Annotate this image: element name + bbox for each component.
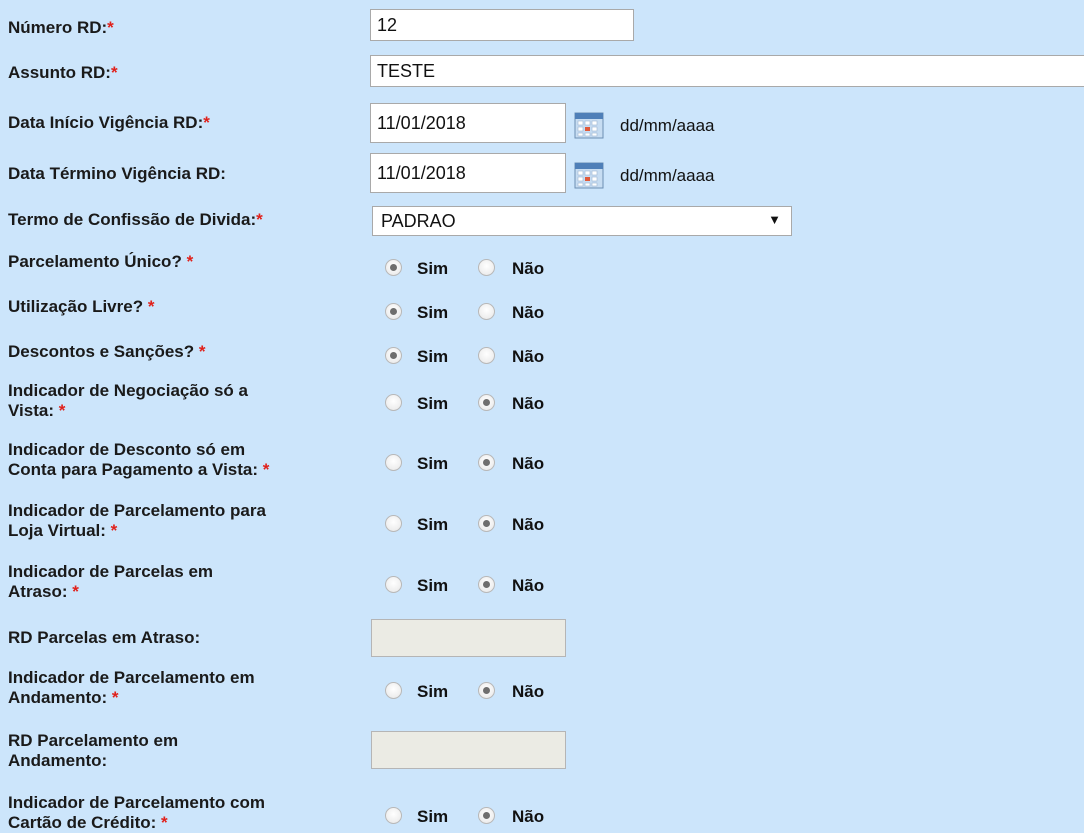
radio-nao-label[interactable]: Não: [512, 682, 544, 702]
radio-sim-label[interactable]: Sim: [417, 576, 448, 596]
required-mark: *: [107, 18, 114, 37]
radio-group-label: Indicador de Negociação só a Vista: *: [8, 381, 248, 420]
termo-selected-value: PADRAO: [381, 211, 456, 231]
radio-nao-label[interactable]: Não: [512, 576, 544, 596]
radio-nao[interactable]: [478, 454, 495, 471]
radio-group-label: Utilização Livre? *: [8, 297, 155, 316]
radio-nao[interactable]: [478, 259, 495, 276]
rd-parcelamento-andamento-input: [371, 731, 566, 769]
radio-nao[interactable]: [478, 807, 495, 824]
radio-group-label: Indicador de Parcelamento para Loja Virtu…: [8, 501, 266, 540]
required-mark: *: [198, 342, 206, 361]
radio-group-label: Indicador de Parcelamento em Andamento: *: [8, 668, 255, 707]
radio-sim-label[interactable]: Sim: [417, 807, 448, 827]
assunto-label: Assunto RD:*: [8, 63, 118, 82]
radio-group-label: Indicador de Parcelamento com Cartão de C…: [8, 793, 265, 832]
radio-sim[interactable]: [385, 303, 402, 320]
required-mark: *: [203, 113, 210, 132]
numero-label: Número RD:*: [8, 18, 114, 37]
required-mark: *: [262, 460, 270, 479]
radio-sim[interactable]: [385, 454, 402, 471]
radio-nao[interactable]: [478, 303, 495, 320]
radio-nao[interactable]: [478, 576, 495, 593]
required-mark: *: [111, 688, 119, 707]
radio-nao[interactable]: [478, 515, 495, 532]
radio-nao-label[interactable]: Não: [512, 394, 544, 414]
required-mark: *: [147, 297, 155, 316]
radio-sim-label[interactable]: Sim: [417, 259, 448, 279]
radio-nao-label[interactable]: Não: [512, 807, 544, 827]
data-termino-input[interactable]: [370, 153, 566, 193]
radio-nao-label[interactable]: Não: [512, 303, 544, 323]
radio-nao-label[interactable]: Não: [512, 454, 544, 474]
radio-nao-label[interactable]: Não: [512, 347, 544, 367]
termo-select[interactable]: PADRAO ▼: [372, 206, 792, 236]
numero-rd-input[interactable]: [370, 9, 634, 41]
radio-sim[interactable]: [385, 347, 402, 364]
radio-sim[interactable]: [385, 394, 402, 411]
rd-parcelas-atraso-input: [371, 619, 566, 657]
radio-sim-label[interactable]: Sim: [417, 515, 448, 535]
required-mark: *: [186, 252, 194, 271]
chevron-down-icon: ▼: [768, 212, 781, 227]
radio-nao-label[interactable]: Não: [512, 259, 544, 279]
rd-parcelas-atraso-label: RD Parcelas em Atraso:: [8, 628, 201, 647]
radio-nao[interactable]: [478, 682, 495, 699]
radio-sim-label[interactable]: Sim: [417, 394, 448, 414]
required-mark: *: [110, 63, 118, 82]
required-mark: *: [72, 582, 79, 601]
radio-sim[interactable]: [385, 807, 402, 824]
rd-parcelamento-andamento-label: RD Parcelamento em Andamento:: [8, 731, 179, 770]
radio-sim[interactable]: [385, 576, 402, 593]
radio-sim-label[interactable]: Sim: [417, 303, 448, 323]
assunto-rd-input[interactable]: [370, 55, 1084, 87]
date-format-hint: dd/mm/aaaa: [620, 116, 715, 135]
termo-label: Termo de Confissão de Divida:*: [8, 210, 263, 229]
radio-sim-label[interactable]: Sim: [417, 347, 448, 367]
radio-group-label: Indicador de Desconto só em Conta para Pa…: [8, 440, 270, 479]
data-inicio-input[interactable]: [370, 103, 566, 143]
radio-sim-label[interactable]: Sim: [417, 454, 448, 474]
required-mark: *: [256, 210, 263, 229]
calendar-icon[interactable]: [572, 108, 606, 142]
radio-sim-label[interactable]: Sim: [417, 682, 448, 702]
radio-group-label: Descontos e Sanções? *: [8, 342, 206, 361]
required-mark: *: [58, 401, 66, 420]
radio-sim[interactable]: [385, 259, 402, 276]
required-mark: *: [161, 813, 168, 832]
radio-nao-label[interactable]: Não: [512, 515, 544, 535]
date-format-hint: dd/mm/aaaa: [620, 166, 715, 185]
radio-group-label: Parcelamento Único? *: [8, 252, 194, 271]
radio-nao[interactable]: [478, 394, 495, 411]
radio-group-label: Indicador de Parcelas em Atraso: *: [8, 562, 214, 601]
required-mark: *: [110, 521, 118, 540]
radio-sim[interactable]: [385, 682, 402, 699]
data-inicio-label: Data Início Vigência RD:*: [8, 113, 210, 132]
radio-nao[interactable]: [478, 347, 495, 364]
radio-sim[interactable]: [385, 515, 402, 532]
data-termino-label: Data Término Vigência RD:: [8, 164, 226, 183]
calendar-icon[interactable]: [572, 158, 606, 192]
